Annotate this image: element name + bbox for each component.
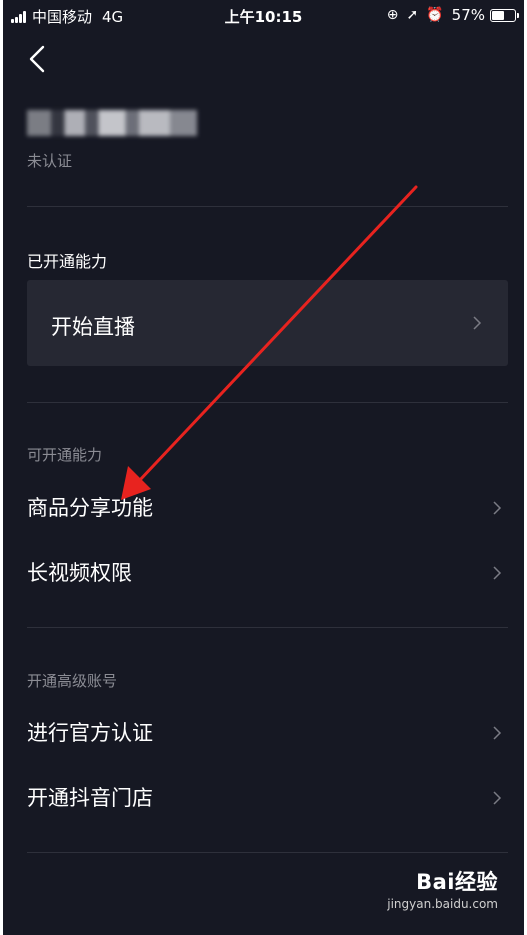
product-share-label: 商品分享功能 xyxy=(27,496,153,520)
account-name-obscured xyxy=(27,110,197,136)
certification-status: 未认证 xyxy=(27,152,73,170)
chevron-left-icon xyxy=(29,45,45,73)
back-button[interactable] xyxy=(25,44,53,74)
douyin-store-row[interactable]: 开通抖音门店 xyxy=(27,772,508,824)
chevron-right-icon xyxy=(493,791,502,805)
official-cert-label: 进行官方认证 xyxy=(27,721,153,745)
available-section-title: 可开通能力 xyxy=(27,446,103,464)
divider xyxy=(27,206,508,207)
long-video-label: 长视频权限 xyxy=(27,561,132,585)
battery-icon xyxy=(490,8,519,22)
advanced-section-title: 开通高级账号 xyxy=(27,672,118,690)
product-share-row[interactable]: 商品分享功能 xyxy=(27,482,508,534)
battery-percent: 57% xyxy=(451,6,485,24)
chevron-right-icon xyxy=(473,316,482,330)
screen: 中国移动 4G 上午10:15 ⊕ ➚ ⏰ 57% 未认证 已开通能力 开始直播… xyxy=(3,0,524,935)
start-live-button[interactable]: 开始直播 xyxy=(27,280,508,366)
location-icon: ➚ xyxy=(406,7,419,23)
watermark-url: jingyan.baidu.com xyxy=(387,897,498,911)
chevron-right-icon xyxy=(493,501,502,515)
status-bar: 中国移动 4G 上午10:15 ⊕ ➚ ⏰ 57% xyxy=(3,0,524,32)
divider xyxy=(27,402,508,403)
orientation-lock-icon: ⊕ xyxy=(386,7,399,23)
long-video-row[interactable]: 长视频权限 xyxy=(27,547,508,599)
status-right: ⊕ ➚ ⏰ 57% xyxy=(386,6,519,24)
watermark-logo: Bai经验 xyxy=(416,870,498,894)
chevron-right-icon xyxy=(493,566,502,580)
divider xyxy=(27,852,508,853)
baidu-jingyan-watermark: Bai经验 jingyan.baidu.com xyxy=(387,866,498,911)
douyin-store-label: 开通抖音门店 xyxy=(27,786,153,810)
official-cert-row[interactable]: 进行官方认证 xyxy=(27,707,508,759)
divider xyxy=(27,627,508,628)
chevron-right-icon xyxy=(493,726,502,740)
opened-section-title: 已开通能力 xyxy=(27,252,108,271)
start-live-label: 开始直播 xyxy=(51,315,135,339)
alarm-icon: ⏰ xyxy=(426,7,444,23)
